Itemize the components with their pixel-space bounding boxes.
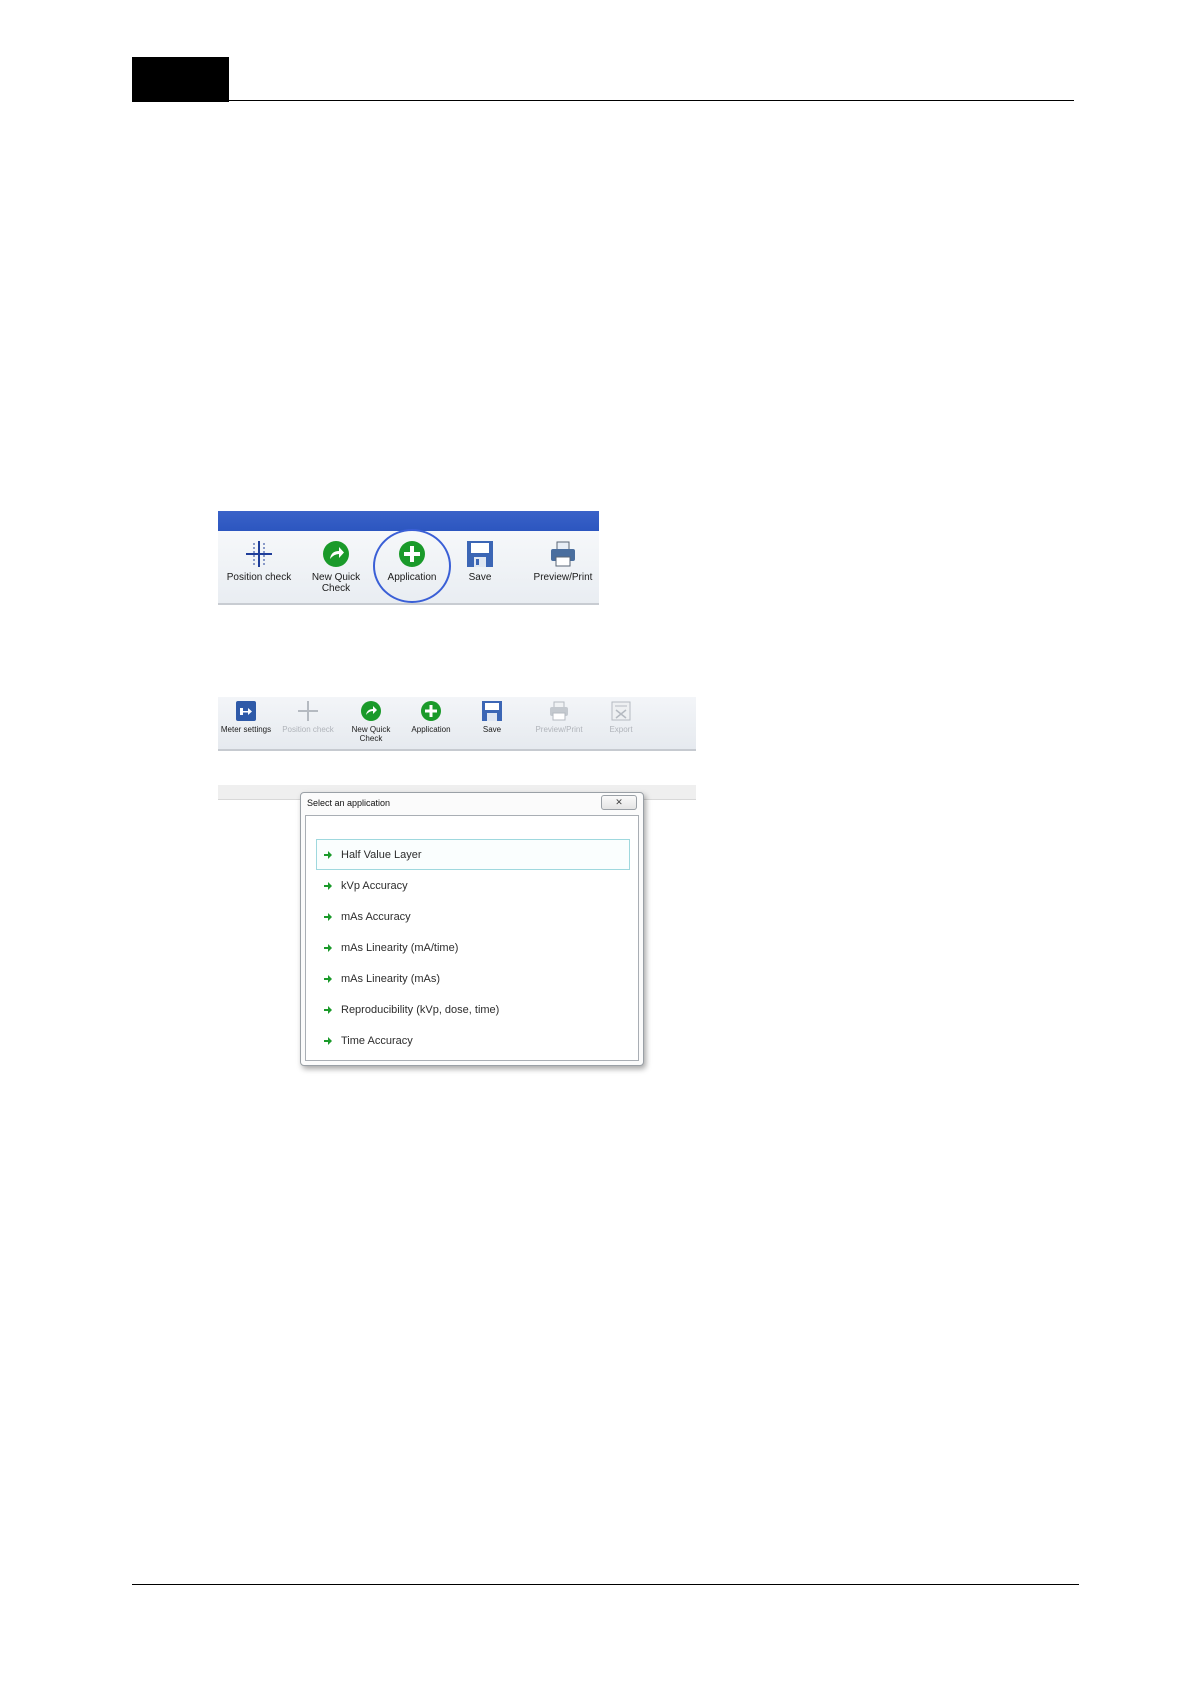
application-button[interactable]: Application bbox=[408, 700, 454, 734]
close-icon: ✕ bbox=[615, 797, 623, 807]
floppy-disk-icon bbox=[482, 701, 502, 721]
application-list-item[interactable]: mAs Linearity (mAs) bbox=[316, 963, 630, 994]
new-quick-check-button[interactable]: New Quick Check bbox=[310, 540, 362, 594]
export-icon bbox=[611, 701, 631, 721]
green-arrow-icon bbox=[361, 701, 381, 721]
meter-settings-button[interactable]: Meter settings bbox=[218, 700, 274, 734]
application-label: kVp Accuracy bbox=[341, 879, 408, 892]
close-button[interactable]: ✕ bbox=[601, 795, 637, 810]
green-arrow-icon bbox=[324, 974, 332, 983]
position-check-button[interactable]: Position check bbox=[226, 540, 292, 583]
button-label: New Quick Check bbox=[351, 725, 391, 743]
window-titlebar bbox=[218, 511, 599, 531]
green-arrow-icon bbox=[324, 912, 332, 921]
application-label: mAs Linearity (mA/time) bbox=[341, 941, 459, 954]
green-arrow-icon bbox=[324, 850, 332, 859]
green-arrow-icon bbox=[323, 541, 349, 567]
save-button[interactable]: Save bbox=[472, 700, 512, 734]
application-list-item[interactable]: Reproducibility (kVp, dose, time) bbox=[316, 994, 630, 1025]
application-label: mAs Linearity (mAs) bbox=[341, 972, 441, 985]
application-list-item[interactable]: Half Value Layer bbox=[316, 839, 630, 870]
button-label: Position check bbox=[282, 725, 334, 734]
application-list-item[interactable]: kVp Accuracy bbox=[316, 870, 630, 901]
application-list-panel: Half Value Layer kVp Accuracy mAs Accuracy… bbox=[305, 815, 639, 1061]
dialog-title: Select an application bbox=[307, 798, 391, 808]
application-list: Half Value Layer kVp Accuracy mAs Accuracy… bbox=[316, 839, 630, 1056]
application-label: Reproducibility (kVp, dose, time) bbox=[341, 1003, 500, 1016]
green-arrow-icon bbox=[324, 1036, 332, 1045]
button-label: Save bbox=[468, 572, 492, 583]
toolbar-screenshot-large: Position check New Quick Check Applicati… bbox=[218, 511, 599, 605]
printer-icon bbox=[550, 701, 568, 721]
header-block bbox=[132, 57, 229, 102]
position-check-button[interactable]: Position check bbox=[280, 700, 336, 734]
green-arrow-icon bbox=[324, 943, 332, 952]
application-list-item[interactable]: mAs Accuracy bbox=[316, 901, 630, 932]
header-rule bbox=[229, 100, 1074, 101]
save-button[interactable]: Save bbox=[460, 540, 500, 583]
toolbar-screenshot-small: Meter settings Position check New Quick … bbox=[218, 697, 696, 801]
green-arrow-icon bbox=[324, 1005, 332, 1014]
button-label: Save bbox=[482, 725, 502, 734]
export-button[interactable]: Export bbox=[598, 700, 644, 734]
highlight-circle bbox=[373, 529, 451, 603]
green-arrow-icon bbox=[324, 881, 332, 890]
meter-settings-icon bbox=[236, 701, 256, 721]
button-label: Application bbox=[411, 725, 451, 734]
preview-print-button[interactable]: Preview/Print bbox=[530, 700, 588, 734]
new-quick-check-button[interactable]: New Quick Check bbox=[346, 700, 396, 743]
crosshair-icon bbox=[246, 541, 272, 567]
application-label: Half Value Layer bbox=[341, 848, 422, 861]
application-label: Time Accuracy bbox=[341, 1034, 413, 1047]
footer-rule bbox=[132, 1584, 1079, 1585]
preview-print-button[interactable]: Preview/Print bbox=[530, 540, 596, 583]
crosshair-icon bbox=[298, 701, 318, 721]
button-label: Preview/Print bbox=[535, 725, 583, 734]
select-application-dialog: Select an application ✕ Half Value Layer… bbox=[300, 792, 644, 1066]
button-label: New Quick Check bbox=[311, 572, 361, 594]
button-label: Meter settings bbox=[220, 725, 272, 734]
application-list-item[interactable]: mAs Linearity (mA/time) bbox=[316, 932, 630, 963]
button-label: Preview/Print bbox=[533, 572, 593, 583]
printer-icon bbox=[551, 541, 575, 567]
application-label: mAs Accuracy bbox=[341, 910, 411, 923]
button-label: Position check bbox=[226, 572, 292, 583]
application-list-item[interactable]: Time Accuracy bbox=[316, 1025, 630, 1056]
button-label: Export bbox=[609, 725, 633, 734]
floppy-disk-icon bbox=[467, 541, 493, 567]
green-plus-icon bbox=[421, 701, 441, 721]
